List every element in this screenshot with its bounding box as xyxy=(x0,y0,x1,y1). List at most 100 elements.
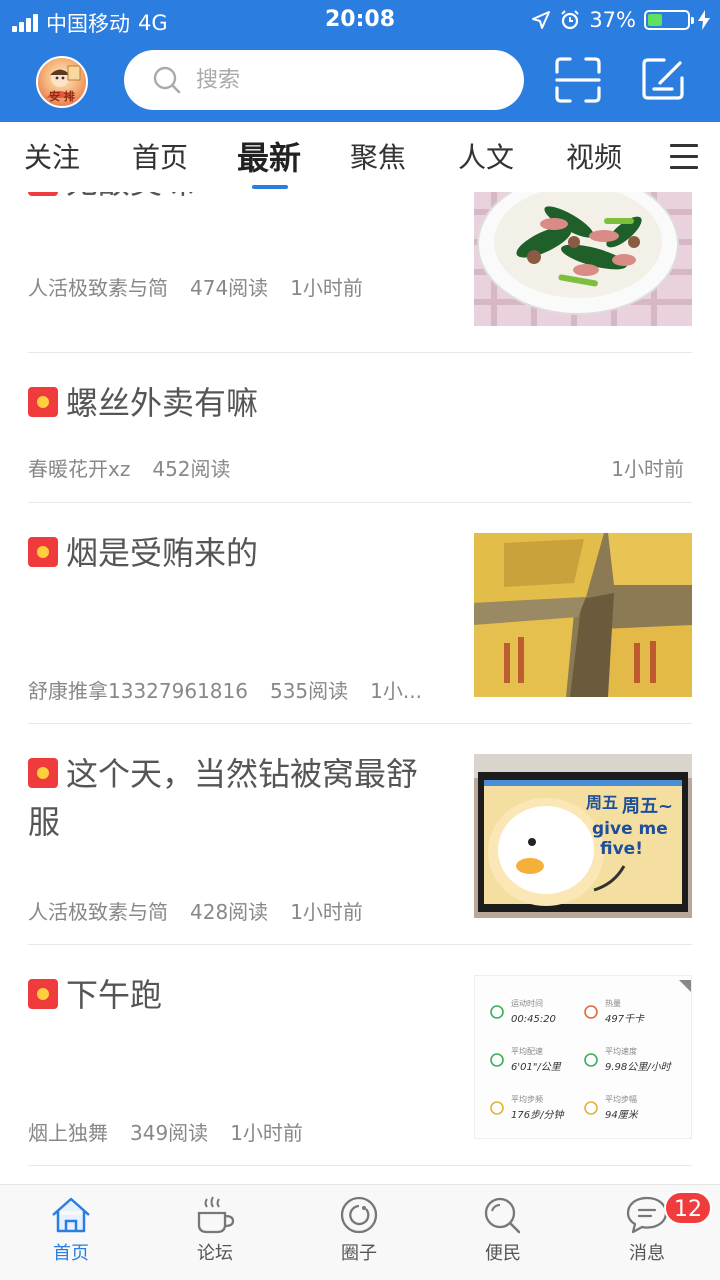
item-reads: 535阅读 xyxy=(269,679,349,703)
tab-home[interactable]: 首页 xyxy=(132,136,188,176)
coffee-cup-icon xyxy=(197,1196,235,1234)
item-title: 无敌美味 xyxy=(66,192,194,201)
nav-circle-label: 圈子 xyxy=(341,1243,377,1264)
red-packet-icon xyxy=(28,537,58,567)
stat-label: 运动时间 xyxy=(511,998,543,1008)
thumb-text-1: 周五 xyxy=(586,793,618,812)
item-meta: 春暖花开xz 452阅读 xyxy=(28,453,253,482)
food-photo-thumbnail xyxy=(474,192,692,326)
item-time: 1小时前 xyxy=(290,276,363,300)
battery-percent: 37% xyxy=(589,8,636,32)
stat-value: 176步/分钟 xyxy=(511,1109,564,1121)
item-reads: 452阅读 xyxy=(152,457,231,481)
compose-icon[interactable] xyxy=(640,56,686,102)
tab-follow[interactable]: 关注 xyxy=(24,136,80,176)
red-packet-icon xyxy=(28,192,58,196)
nav-home[interactable]: 首页 xyxy=(21,1195,121,1265)
nav-circle[interactable]: 圈子 xyxy=(309,1195,409,1265)
battery-icon xyxy=(644,10,694,30)
location-arrow-icon xyxy=(532,11,551,29)
news-feed: 无敌美味 人活极致素与简 474阅读 1小时前 螺丝外卖有嘛 春暖花开xz 452阅读… xyxy=(0,192,720,1184)
tab-culture[interactable]: 人文 xyxy=(458,136,514,176)
top-app-bar: 安 排 xyxy=(0,40,720,122)
stat-icon xyxy=(490,1101,504,1115)
stat-icon xyxy=(490,1053,504,1067)
stat-label: 平均步频 xyxy=(511,1094,543,1104)
item-title: 烟是受贿来的 xyxy=(66,534,259,572)
red-packet-icon xyxy=(28,758,58,788)
stat-label: 平均步幅 xyxy=(605,1094,637,1104)
stat-value: 94厘米 xyxy=(605,1109,639,1121)
red-packet-icon xyxy=(28,387,58,417)
item-title: 下午跑 xyxy=(66,976,163,1014)
item-meta: 人活极致素与简 474阅读 1小时前 xyxy=(28,272,385,301)
stat-icon xyxy=(584,1005,598,1019)
item-author: 烟上独舞 xyxy=(28,1121,108,1145)
search-icon xyxy=(484,1197,521,1234)
item-time: 1小... xyxy=(370,679,422,703)
unread-count-badge: 12 xyxy=(664,1191,712,1225)
scan-icon[interactable] xyxy=(554,56,602,104)
item-reads: 349阅读 xyxy=(130,1121,209,1145)
active-tab-indicator xyxy=(252,185,288,189)
chat-bubble-icon xyxy=(626,1196,668,1234)
nav-services-label: 便民 xyxy=(485,1243,521,1264)
list-item[interactable]: 无敌美味 人活极致素与简 474阅读 1小时前 xyxy=(28,192,692,353)
running-stats-thumbnail: 运动时间 00:45:20 热量 497千卡 平均配速 6'01"/公里 平均速度 9.98公… xyxy=(474,975,692,1139)
stat-icon xyxy=(584,1053,598,1067)
item-reads: 428阅读 xyxy=(190,900,269,924)
stat-icon xyxy=(490,1005,504,1019)
search-icon xyxy=(153,66,181,94)
cartoon-duck-monitor-thumbnail: 周五 周五~ give me five! xyxy=(474,754,692,918)
item-author: 人活极致素与简 xyxy=(28,900,168,924)
item-author: 春暖花开xz xyxy=(28,457,131,481)
item-time: 1小时前 xyxy=(290,900,363,924)
cigarette-boxes-thumbnail xyxy=(474,533,692,697)
stat-label: 平均速度 xyxy=(605,1046,637,1056)
stat-value: 9.98公里/小时 xyxy=(605,1061,673,1073)
status-bar: 中国移动 4G 20:08 37% xyxy=(0,0,720,40)
item-title: 螺丝外卖有嘛 xyxy=(66,384,259,422)
nav-services[interactable]: 便民 xyxy=(453,1195,553,1265)
item-meta: 人活极致素与简 428阅读 1小时前 xyxy=(28,896,385,925)
nav-forum[interactable]: 论坛 xyxy=(165,1195,265,1265)
stat-value: 6'01"/公里 xyxy=(511,1061,562,1073)
list-item[interactable]: 下午跑 烟上独舞 349阅读 1小时前 运动时间 00:45:20 热量 497千卡 平均配… xyxy=(28,945,692,1166)
item-title: 这个天，当然钻被窝最舒服 xyxy=(28,755,419,841)
item-reads: 474阅读 xyxy=(190,276,269,300)
tab-focus[interactable]: 聚焦 xyxy=(350,136,406,176)
tab-latest[interactable]: 最新 xyxy=(237,133,301,179)
item-time: 1小时前 xyxy=(611,457,684,481)
avatar[interactable]: 安 排 xyxy=(36,56,88,108)
list-item[interactable]: 这个天，当然钻被窝最舒服 人活极致素与简 428阅读 1小时前 周五 周五~ giv… xyxy=(28,724,692,945)
thumb-text-2: 周五~ xyxy=(622,796,673,817)
avatar-caption: 安 排 xyxy=(49,90,75,103)
home-icon xyxy=(52,1197,90,1233)
search-bar[interactable] xyxy=(124,50,524,110)
charging-bolt-icon xyxy=(698,10,710,30)
list-item[interactable]: 烟是受贿来的 舒康推拿13327961816 535阅读 1小... xyxy=(28,503,692,724)
channel-tabs: 关注 首页 最新 聚焦 人文 视频 xyxy=(0,122,720,192)
stat-label: 平均配速 xyxy=(511,1046,543,1056)
item-author: 舒康推拿13327961816 xyxy=(28,679,248,703)
item-time: 1小时前 xyxy=(230,1121,303,1145)
menu-icon[interactable] xyxy=(670,144,698,170)
stat-icon xyxy=(584,1101,598,1115)
item-meta: 烟上独舞 349阅读 1小时前 xyxy=(28,1117,325,1146)
stat-label: 热量 xyxy=(605,998,621,1008)
tab-video[interactable]: 视频 xyxy=(566,136,622,176)
nav-home-label: 首页 xyxy=(53,1243,89,1264)
list-item[interactable]: 螺丝外卖有嘛 春暖花开xz 452阅读 1小时前 xyxy=(28,353,692,503)
stat-value: 00:45:20 xyxy=(511,1014,556,1025)
search-input[interactable] xyxy=(196,67,496,93)
nav-messages-label: 消息 xyxy=(629,1243,665,1264)
circle-icon xyxy=(340,1196,378,1234)
bottom-nav: 首页 论坛 圈子 便民 消息 12 xyxy=(0,1184,720,1280)
thumb-text-4: five! xyxy=(600,839,643,859)
item-author: 人活极致素与简 xyxy=(28,276,168,300)
nav-forum-label: 论坛 xyxy=(197,1243,233,1264)
alarm-icon xyxy=(561,10,580,30)
thumb-text-3: give me xyxy=(592,819,668,839)
red-packet-icon xyxy=(28,979,58,1009)
item-meta: 舒康推拿13327961816 535阅读 1小... xyxy=(28,675,444,704)
